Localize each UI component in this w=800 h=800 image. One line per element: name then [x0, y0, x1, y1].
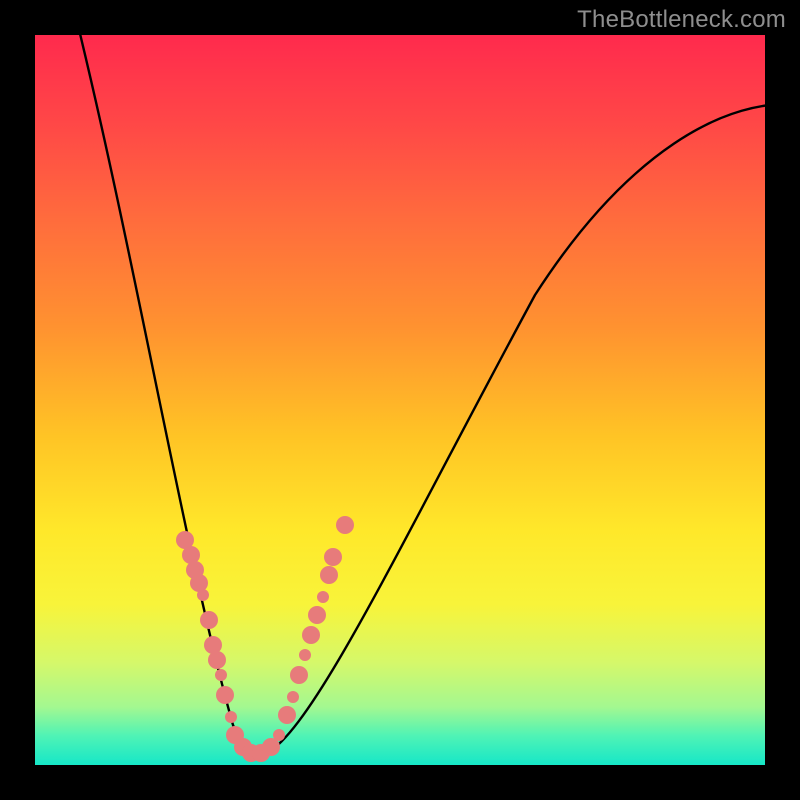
scatter-dot: [225, 711, 237, 723]
scatter-dot: [197, 589, 209, 601]
scatter-dot: [302, 626, 320, 644]
scatter-dot: [216, 686, 234, 704]
scatter-dot: [278, 706, 296, 724]
scatter-dots: [176, 516, 354, 762]
watermark-text: TheBottleneck.com: [577, 6, 786, 34]
scatter-dot: [320, 566, 338, 584]
scatter-dot: [299, 649, 311, 661]
scatter-dot: [215, 669, 227, 681]
scatter-dot: [308, 606, 326, 624]
scatter-dot: [290, 666, 308, 684]
bottleneck-curve: [73, 35, 765, 753]
scatter-dot: [287, 691, 299, 703]
scatter-dot: [273, 729, 285, 741]
scatter-dot: [317, 591, 329, 603]
plot-area: [35, 35, 765, 765]
scatter-dot: [324, 548, 342, 566]
chart-frame: TheBottleneck.com: [0, 0, 800, 800]
scatter-dot: [200, 611, 218, 629]
curve-layer: [35, 35, 765, 765]
scatter-dot: [208, 651, 226, 669]
scatter-dot: [190, 574, 208, 592]
scatter-dot: [336, 516, 354, 534]
